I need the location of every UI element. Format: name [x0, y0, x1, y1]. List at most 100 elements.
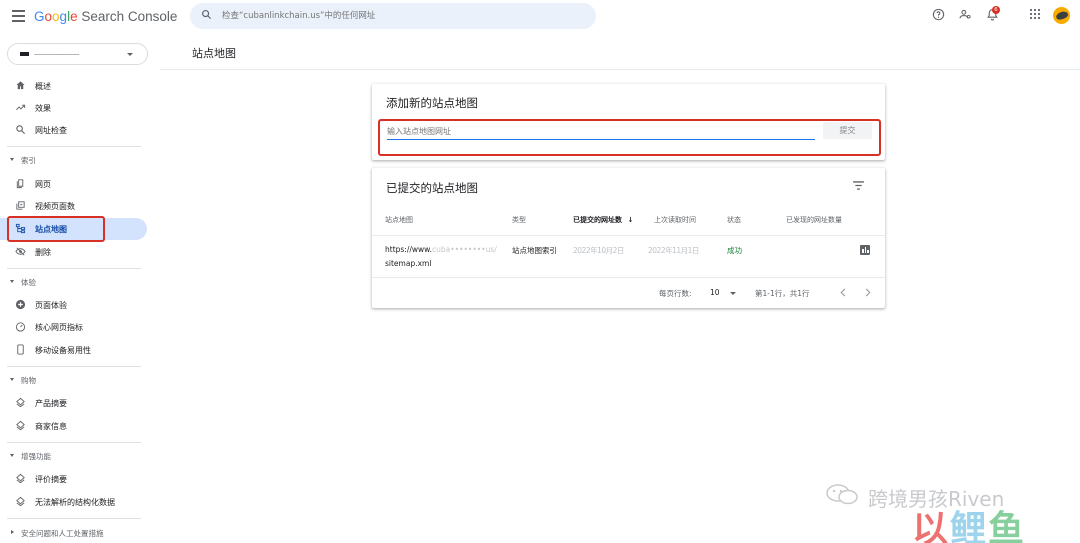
property-selector[interactable]: –––––––––––––––	[7, 43, 148, 65]
sidebar-item-page-experience[interactable]: 页面体验	[0, 294, 147, 316]
section-index[interactable]: 索引	[0, 153, 160, 169]
rows-per-page-label: 每页行数:	[659, 289, 692, 298]
diamond-icon	[16, 420, 25, 431]
trending-up-icon	[16, 104, 26, 111]
expand-arrow-icon	[11, 530, 14, 534]
plus-circle-icon	[15, 299, 26, 310]
phone-icon	[17, 344, 24, 355]
sidebar-item-product-snippets[interactable]: 产品摘要	[0, 392, 147, 414]
sidebar-item-pages[interactable]: 网页	[0, 173, 147, 195]
section-experience[interactable]: 体验	[0, 275, 160, 291]
sidebar: ––––––––––––––– 概述 效果 网址检查 索引 网页 视频页面数 站…	[0, 34, 160, 543]
collapse-arrow-icon	[10, 378, 14, 381]
rows-per-page-value: 10	[710, 288, 720, 297]
sitemap-url-line2: sitemap.xml	[385, 259, 432, 268]
sidebar-divider	[7, 366, 141, 367]
logo-letter: o	[44, 9, 53, 24]
row-divider	[372, 277, 885, 278]
sidebar-item-label: 视频页面数	[35, 202, 75, 211]
sidebar-item-review-snippets[interactable]: 评价摘要	[0, 468, 147, 490]
apps-grid-icon[interactable]	[1029, 8, 1041, 20]
logo-letter: o	[52, 9, 60, 24]
filter-icon[interactable]	[853, 181, 864, 190]
brand-watermark: 以鲤鱼	[912, 500, 1026, 543]
column-header[interactable]: 站点地图	[385, 215, 413, 225]
sidebar-divider	[7, 518, 141, 519]
gauge-icon	[15, 322, 26, 332]
remove-eye-icon	[15, 247, 26, 256]
brand-char: 鱼	[988, 509, 1027, 543]
section-title: 购物	[21, 376, 36, 385]
sidebar-item-label: 效果	[35, 104, 51, 113]
section-title: 增强功能	[21, 452, 51, 461]
sidebar-divider	[7, 268, 141, 269]
wechat-logo-icon	[826, 484, 858, 505]
column-header[interactable]: 状态	[727, 215, 741, 225]
logo-letter: g	[59, 9, 68, 24]
sidebar-item-mobile-usability[interactable]: 移动设备易用性	[0, 339, 147, 361]
sidebar-divider	[7, 146, 141, 147]
section-security[interactable]: 安全问题和人工处置措施	[0, 526, 160, 542]
header-divider	[160, 69, 1080, 70]
notification-badge: 6	[992, 6, 1000, 14]
sidebar-item-label: 网址检查	[35, 126, 67, 135]
video-page-icon	[16, 201, 25, 210]
sidebar-item-unparsable-data[interactable]: 无法解析的结构化数据	[0, 491, 147, 513]
row-divider	[372, 235, 885, 236]
brand-char: 以	[912, 509, 951, 543]
sidebar-item-label: 移动设备易用性	[35, 346, 91, 355]
page-icon	[16, 179, 24, 189]
home-icon	[16, 81, 25, 90]
section-shopping[interactable]: 购物	[0, 373, 160, 389]
property-favicon-icon	[20, 52, 29, 56]
sidebar-item-video-pages[interactable]: 视频页面数	[0, 195, 147, 217]
account-avatar[interactable]	[1053, 7, 1070, 24]
sidebar-item-performance[interactable]: 效果	[0, 97, 147, 119]
column-header[interactable]: 类型	[512, 215, 526, 225]
manage-users-icon[interactable]	[959, 8, 972, 21]
sitemap-url-prefix: https://www.	[385, 245, 432, 254]
sidebar-item-label: 评价摘要	[35, 475, 67, 484]
sidebar-item-merchant-listings[interactable]: 商家信息	[0, 415, 147, 437]
sidebar-item-overview[interactable]: 概述	[0, 75, 147, 97]
search-icon	[16, 125, 26, 135]
sidebar-item-url-inspection[interactable]: 网址检查	[0, 119, 147, 141]
open-report-chart-icon[interactable]	[860, 245, 870, 255]
url-inspection-search[interactable]	[190, 3, 596, 29]
sidebar-item-label: 概述	[35, 82, 51, 91]
logo-letter: G	[34, 9, 45, 24]
top-bar: Google Search Console 6	[0, 0, 1080, 34]
sitemap-url-obscured: cuba••••••••us/	[431, 245, 497, 254]
column-header[interactable]: 已发现的网址数量	[786, 215, 842, 225]
card-title: 添加新的站点地图	[386, 96, 478, 110]
collapse-arrow-icon	[10, 454, 14, 457]
collapse-arrow-icon	[10, 280, 14, 283]
prev-page-icon[interactable]	[840, 288, 847, 297]
section-title: 索引	[21, 156, 36, 165]
section-title: 体验	[21, 278, 36, 287]
sidebar-item-label: 网页	[35, 180, 51, 189]
next-page-icon[interactable]	[864, 288, 871, 297]
sort-arrow-icon: ↓	[627, 216, 634, 224]
sidebar-divider	[7, 442, 141, 443]
card-title: 已提交的站点地图	[386, 181, 478, 195]
column-header-sorted[interactable]: 已提交的网址数 ↓	[573, 215, 633, 225]
sidebar-item-removals[interactable]: 删除	[0, 241, 147, 263]
rows-per-page-select[interactable]: 10	[710, 288, 736, 297]
section-enhancements[interactable]: 增强功能	[0, 449, 160, 465]
diamond-icon	[16, 397, 25, 408]
highlight-box	[7, 216, 105, 242]
sidebar-item-core-web-vitals[interactable]: 核心网页指标	[0, 316, 147, 338]
collapse-arrow-icon	[10, 158, 14, 161]
brand-char: 鲤	[950, 509, 989, 543]
property-value: –––––––––––––––	[34, 50, 80, 58]
app-logo[interactable]: Google Search Console	[34, 9, 177, 24]
diamond-icon	[16, 496, 25, 507]
help-icon[interactable]	[932, 8, 945, 21]
main-menu-icon[interactable]	[12, 10, 25, 22]
sidebar-item-label: 无法解析的结构化数据	[35, 498, 115, 507]
section-title: 安全问题和人工处置措施	[21, 529, 104, 538]
search-input[interactable]	[222, 3, 582, 29]
sitemap-url[interactable]: https://www.cuba••••••••us/	[385, 245, 497, 254]
column-header[interactable]: 上次读取时间	[654, 215, 696, 225]
